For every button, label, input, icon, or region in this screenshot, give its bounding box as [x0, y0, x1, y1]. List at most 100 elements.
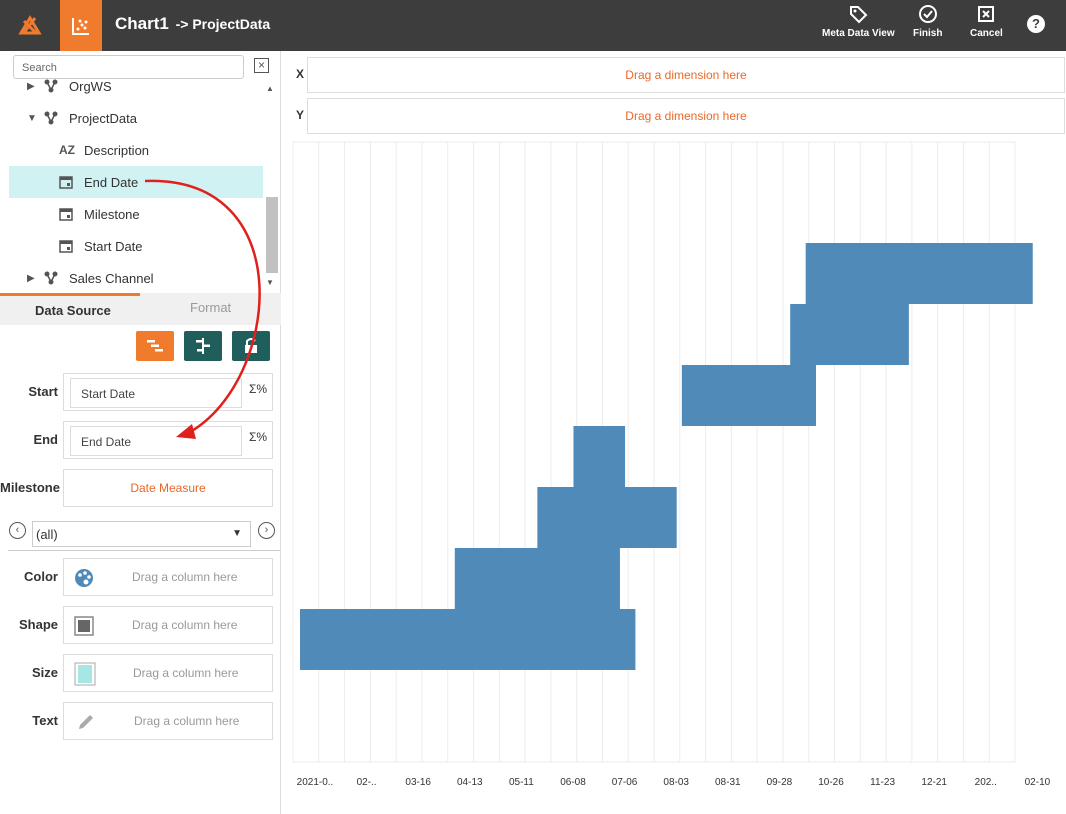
- calendar-icon: [59, 208, 73, 221]
- timeline-icon: [196, 338, 210, 354]
- drop-hint: Drag a column here: [134, 714, 240, 728]
- pencil-icon: [79, 715, 93, 729]
- dataset-name: -> ProjectData: [175, 16, 271, 32]
- tree-item-label: Description: [84, 142, 150, 158]
- gantt-icon: [147, 340, 163, 352]
- gantt-bar[interactable]: [537, 487, 677, 548]
- meta-data-view-label: Meta Data View: [822, 28, 895, 39]
- gantt-chart-button[interactable]: [136, 331, 174, 361]
- drop-hint: Drag a column here: [133, 666, 239, 680]
- tree-item-description[interactable]: AZ Description: [9, 134, 263, 166]
- chart-icon[interactable]: [60, 0, 102, 51]
- text-drop[interactable]: Drag a column here: [63, 702, 273, 740]
- x-tick-label: 04-13: [457, 777, 483, 788]
- start-field-input[interactable]: Start Date: [70, 378, 242, 408]
- x-tick-label: 202..: [975, 777, 997, 788]
- y-axis-label: Y: [296, 108, 305, 122]
- tree-item-label: OrgWS: [69, 78, 112, 94]
- y-dimension-drop[interactable]: Drag a dimension here: [307, 98, 1065, 134]
- size-label: Size: [31, 665, 58, 680]
- gantt-chart: 2021-0.. 02-.. 03-16 04-13 05-11 06-08 07-06 08…: [292, 141, 1051, 788]
- tag-icon: [850, 6, 868, 24]
- finish-button[interactable]: Finish: [913, 4, 942, 39]
- cancel-button[interactable]: Cancel: [970, 4, 1003, 39]
- divider: [8, 550, 280, 551]
- x-axis-label: X: [296, 67, 305, 81]
- x-tick-label: 08-31: [715, 777, 741, 788]
- x-tick-label: 07-06: [612, 777, 638, 788]
- hierarchy-icon: [44, 111, 58, 125]
- square-shape-icon: [74, 616, 94, 636]
- start-field-box: Start Date Σ%: [63, 373, 273, 411]
- gantt-bar[interactable]: [681, 365, 816, 426]
- tree-item-end-date[interactable]: End Date: [9, 166, 263, 198]
- tree-item-label: ProjectData: [69, 110, 137, 126]
- filter-select-value: (all): [36, 527, 58, 542]
- size-icon: [74, 662, 96, 686]
- field-tree: ▶ OrgWS ▼ ProjectData AZ Description End…: [0, 71, 263, 303]
- aggregate-icon[interactable]: Σ%: [249, 382, 267, 396]
- gantt-bar[interactable]: [790, 304, 909, 365]
- scroll-up-icon[interactable]: ▲: [266, 84, 274, 93]
- gantt-bar[interactable]: [300, 609, 636, 670]
- prev-icon[interactable]: ‹: [9, 522, 26, 539]
- filter-select[interactable]: (all) ▼: [32, 521, 251, 547]
- close-box-icon: [978, 6, 995, 22]
- tree-scrollbar[interactable]: [266, 197, 278, 273]
- tab-indicator: [0, 293, 140, 296]
- tree-item-start-date[interactable]: Start Date: [9, 230, 263, 262]
- page-title: Chart1 -> ProjectData: [115, 14, 270, 34]
- x-tick-label: 11-23: [870, 777, 895, 788]
- dropdown-arrow-icon: ▼: [232, 528, 242, 539]
- milestone-drop[interactable]: Date Measure: [63, 469, 273, 507]
- help-button[interactable]: ?: [1027, 15, 1045, 33]
- hierarchy-icon: [44, 79, 58, 93]
- tree-item-sales-channel[interactable]: ▶ Sales Channel: [9, 262, 263, 294]
- tree-item-orgws[interactable]: ▶ OrgWS: [9, 71, 263, 102]
- x-tick-label: 10-26: [818, 777, 844, 788]
- bucket-icon: [245, 338, 257, 353]
- shape-label: Shape: [18, 617, 58, 632]
- app-logo-icon[interactable]: [0, 0, 60, 51]
- next-icon[interactable]: ›: [258, 522, 275, 539]
- palette-icon: [75, 569, 93, 587]
- scroll-down-icon[interactable]: ▼: [266, 278, 274, 287]
- size-drop[interactable]: Drag a column here: [63, 654, 273, 692]
- tree-item-milestone[interactable]: Milestone: [9, 198, 263, 230]
- chart-type-button[interactable]: [232, 331, 270, 361]
- tree-item-label: Start Date: [84, 238, 143, 254]
- meta-data-view-button[interactable]: Meta Data View: [822, 4, 895, 39]
- x-tick-label: 03-16: [405, 777, 431, 788]
- color-drop[interactable]: Drag a column here: [63, 558, 273, 596]
- gantt-bar[interactable]: [573, 426, 626, 487]
- hierarchy-icon: [44, 271, 58, 285]
- x-tick-label: 02-..: [357, 777, 377, 788]
- aggregate-icon[interactable]: Σ%: [249, 430, 267, 444]
- tab-format[interactable]: Format: [190, 300, 231, 315]
- end-label: End: [33, 432, 58, 447]
- top-bar: Chart1 -> ProjectData Meta Data View Fin…: [0, 0, 1066, 51]
- tree-item-label: Milestone: [84, 206, 140, 222]
- drop-hint: Drag a column here: [132, 570, 238, 584]
- tab-data-source[interactable]: Data Source: [35, 303, 111, 318]
- x-tick-label: 09-28: [767, 777, 793, 788]
- caret-down-icon[interactable]: ▼: [27, 113, 37, 124]
- left-panel: Search × ▶ OrgWS ▼ ProjectData AZ Descri…: [0, 51, 281, 814]
- timeline-chart-button[interactable]: [184, 331, 222, 361]
- tree-item-projectdata[interactable]: ▼ ProjectData: [9, 102, 263, 134]
- gantt-bar[interactable]: [805, 243, 1033, 304]
- end-field-input[interactable]: End Date: [70, 426, 242, 456]
- gantt-bar[interactable]: [454, 548, 620, 609]
- text-label: Text: [32, 713, 58, 728]
- calendar-icon: [59, 176, 73, 189]
- x-dimension-drop[interactable]: Drag a dimension here: [307, 57, 1065, 93]
- caret-right-icon[interactable]: ▶: [27, 81, 35, 92]
- x-tick-label: 2021-0..: [297, 777, 334, 788]
- caret-right-icon[interactable]: ▶: [27, 273, 35, 284]
- x-tick-label: 02-10: [1025, 777, 1051, 788]
- milestone-label: Milestone: [0, 480, 60, 495]
- tree-item-label: Sales Channel: [69, 270, 154, 286]
- x-tick-label: 08-03: [663, 777, 689, 788]
- shape-drop[interactable]: Drag a column here: [63, 606, 273, 644]
- chart-name: Chart1: [115, 14, 169, 33]
